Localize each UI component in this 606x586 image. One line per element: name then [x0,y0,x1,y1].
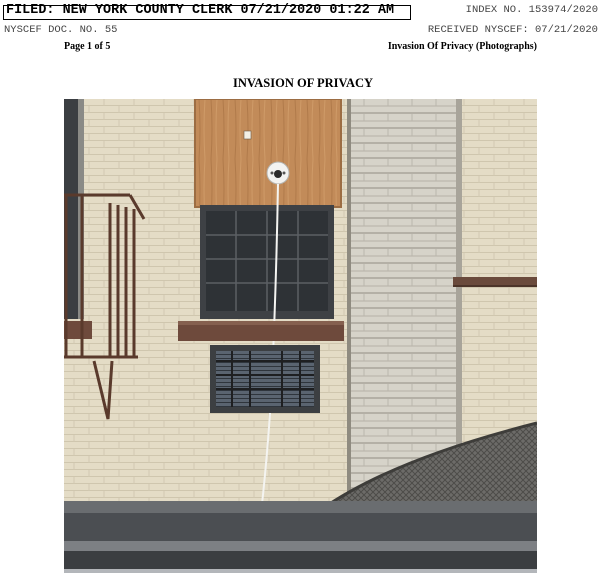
page-number: Page 1 of 5 [64,41,111,52]
nyscef-doc-number: NYSCEF DOC. NO. 55 [4,24,118,36]
received-stamp: RECEIVED NYSCEF: 07/21/2020 [427,24,598,36]
section-heading: INVASION OF PRIVACY [232,76,374,90]
filed-stamp: FILED: NEW YORK COUNTY CLERK 07/21/2020 … [6,3,395,18]
evidence-photograph [64,99,537,573]
document-title: Invasion Of Privacy (Photographs) [387,41,537,52]
index-number: INDEX NO. 153974/2020 [465,4,598,16]
